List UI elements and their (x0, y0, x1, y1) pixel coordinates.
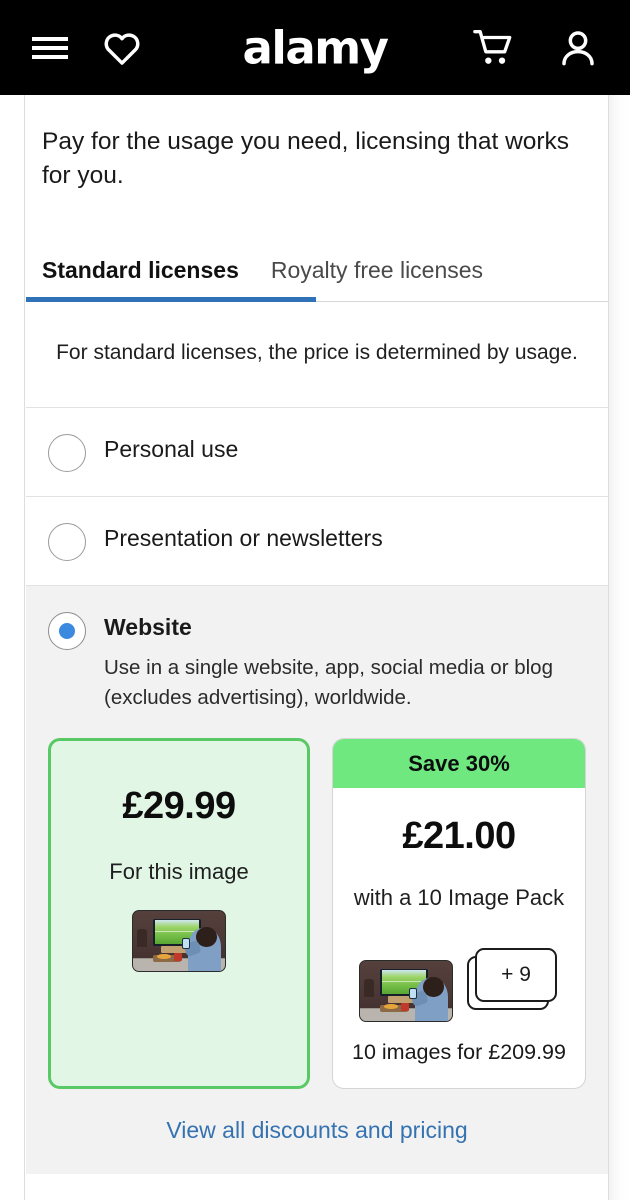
option-website-description: Use in a single website, app, social med… (104, 656, 553, 709)
single-image-thumbnail (132, 909, 226, 972)
additional-images-count: + 9 (501, 963, 531, 987)
header-left-icons (30, 30, 142, 66)
vertical-scrollbar[interactable] (609, 95, 630, 1200)
image-pack-caption: with a 10 Image Pack (353, 885, 565, 911)
image-pack-footnote: 10 images for £209.99 (352, 1039, 566, 1064)
discounts-link-section: View all discounts and pricing (26, 1088, 608, 1174)
view-all-discounts-link[interactable]: View all discounts and pricing (166, 1117, 467, 1143)
option-website-body: Website Use in a single website, app, so… (104, 610, 588, 712)
radio-personal-use[interactable] (48, 434, 86, 473)
pricing-card-image-pack[interactable]: Save 30% £21.00 with a 10 Image Pack + 9… (332, 738, 586, 1089)
single-image-caption: For this image (109, 859, 249, 885)
usage-note-text: For standard licenses, the price is dete… (56, 340, 578, 364)
option-personal-use-body: Personal use (104, 432, 588, 464)
licensing-panel: Pay for the usage you need, licensing th… (26, 95, 608, 1200)
radio-website-dot (59, 623, 75, 640)
image-pack-thumbnail (359, 959, 453, 1022)
image-pack-price: £21.00 (402, 815, 516, 858)
heart-icon[interactable] (102, 30, 142, 66)
page-body: Pay for the usage you need, licensing th… (0, 95, 630, 1200)
intro-section: Pay for the usage you need, licensing th… (26, 95, 608, 193)
option-personal-use-label: Personal use (104, 436, 239, 463)
license-type-tabs: Standard licenses Royalty free licenses (26, 239, 608, 302)
option-website-label: Website (104, 614, 192, 641)
shopping-cart-icon[interactable] (472, 28, 516, 68)
additional-images-stack-icon: + 9 (467, 947, 559, 1010)
alamy-logo[interactable]: alamy (243, 25, 389, 70)
option-presentation-newsletters-label: Presentation or newsletters (104, 525, 383, 552)
single-image-price: £29.99 (122, 785, 236, 828)
option-presentation-newsletters-body: Presentation or newsletters (104, 521, 588, 553)
pricing-page: alamy Pay for the usage you need, licens… (0, 0, 630, 1200)
pricing-cards: £29.99 For this image Save 30% £21.00 wi… (48, 738, 586, 1089)
tab-standard-licenses[interactable]: Standard licenses (26, 257, 255, 301)
tab-royalty-free-licenses[interactable]: Royalty free licenses (255, 257, 499, 301)
radio-website[interactable] (48, 612, 86, 651)
usage-note: For standard licenses, the price is dete… (26, 302, 608, 409)
hamburger-menu-icon[interactable] (30, 34, 70, 62)
save-badge: Save 30% (333, 739, 585, 789)
pricing-card-single-image[interactable]: £29.99 For this image (48, 738, 310, 1089)
pricing-cards-panel: £29.99 For this image Save 30% £21.00 wi… (26, 722, 608, 1089)
option-website[interactable]: Website Use in a single website, app, so… (26, 586, 608, 723)
header-right-icons (472, 28, 598, 68)
option-personal-use[interactable]: Personal use (26, 408, 608, 498)
active-tab-underline (26, 296, 316, 302)
site-header: alamy (0, 0, 630, 95)
radio-presentation-newsletters[interactable] (48, 523, 86, 562)
user-account-icon[interactable] (558, 28, 598, 68)
right-gutter (608, 95, 630, 1200)
left-gutter (0, 95, 25, 1200)
intro-text: Pay for the usage you need, licensing th… (42, 128, 570, 189)
option-presentation-newsletters[interactable]: Presentation or newsletters (26, 497, 608, 587)
image-pack-thumbnails: + 9 (359, 936, 559, 1022)
